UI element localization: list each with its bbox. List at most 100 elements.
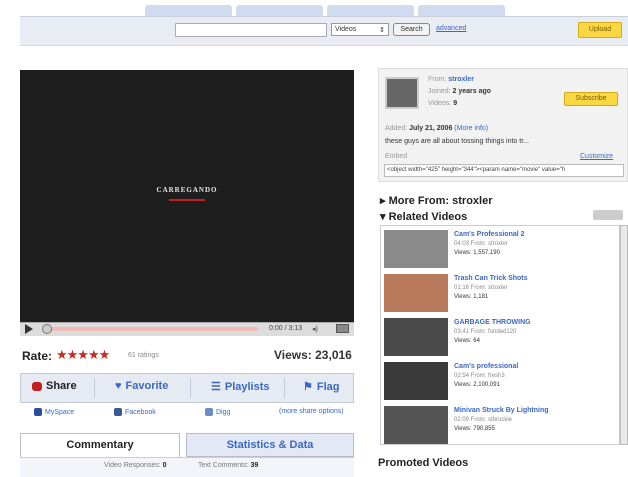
list-item[interactable]: GARBAGE THROWING 03:41 From: funded120 V… (384, 316, 616, 360)
playlists-label: Playlists (224, 380, 270, 393)
loading-text: CARREGANDO (156, 186, 218, 194)
star-rating[interactable]: ★★★★★ (56, 347, 110, 363)
divider (284, 378, 285, 398)
time-display: 0:00 / 3:13 (269, 325, 303, 332)
chevron-right-icon: ▸ (380, 195, 389, 207)
video-thumbnail[interactable] (384, 362, 448, 400)
customize-link[interactable]: Customize (580, 153, 613, 160)
nav-tab[interactable] (145, 5, 232, 16)
seek-bar[interactable] (46, 327, 258, 331)
search-category-label: Videos (335, 26, 357, 33)
list-item[interactable]: Minivan Struck By Lightning 02:09 From: … (384, 404, 616, 448)
search-category-select[interactable]: Videos ⇕ (331, 23, 389, 36)
myspace-link[interactable]: MySpace (34, 408, 74, 416)
related-videos-section[interactable]: ▾ Related Videos (380, 210, 467, 223)
video-thumbnail[interactable] (384, 230, 448, 268)
digg-link[interactable]: Digg (205, 408, 230, 416)
video-title[interactable]: Cam's Professional 2 (454, 231, 525, 238)
uploader-joined: Joined: 2 years ago (428, 88, 492, 95)
tab-statistics[interactable]: Statistics & Data (186, 433, 354, 457)
video-title[interactable]: GARBAGE THROWING (454, 319, 531, 326)
share-label: Share (46, 380, 77, 392)
ratings-count: 61 ratings (128, 352, 159, 359)
uploader-from: From: stroxler (428, 76, 474, 83)
search-button[interactable]: Search (393, 23, 430, 36)
flag-label: Flag (316, 380, 340, 393)
more-from-section[interactable]: ▸ More From: stroxler (380, 194, 493, 207)
share-button[interactable]: Share (32, 380, 77, 392)
promoted-videos-heading: Promoted Videos (378, 457, 469, 469)
divider (94, 378, 95, 398)
playlist-icon: ☰ (211, 381, 221, 393)
loading-bar (169, 199, 205, 201)
share-icon (32, 381, 42, 391)
video-thumbnail[interactable] (384, 274, 448, 312)
uploader-name-link[interactable]: stroxler (448, 76, 474, 83)
tab-commentary[interactable]: Commentary (20, 433, 180, 457)
heart-icon: ♥ (115, 380, 122, 392)
video-responses: Video Responses: 0 (104, 462, 167, 469)
advanced-search-link[interactable]: advanced (436, 25, 466, 32)
favorite-label: Favorite (125, 380, 169, 392)
video-views: Views: 1,181 (454, 294, 489, 300)
subscribe-button[interactable]: Subscribe (564, 92, 618, 106)
video-views: Views: 64 (454, 338, 480, 344)
digg-label: Digg (216, 408, 231, 416)
video-views: Views: 1,557,190 (454, 250, 500, 256)
myspace-label: MySpace (45, 408, 75, 416)
myspace-icon (34, 408, 42, 416)
video-title[interactable]: Cam's professional (454, 363, 518, 370)
embed-code-field[interactable]: <object width="425" height="344"><param … (384, 164, 624, 177)
facebook-label: Facebook (125, 408, 156, 416)
nav-tab[interactable] (418, 5, 505, 16)
divider (190, 378, 191, 398)
nav-tabs (145, 5, 505, 16)
embed-label: Embed (385, 153, 408, 160)
more-share-label: (more share options) (279, 408, 344, 415)
nav-tab[interactable] (327, 5, 414, 16)
fullscreen-icon[interactable] (336, 324, 349, 333)
video-title[interactable]: Minivan Struck By Lightning (454, 407, 549, 414)
digg-icon (205, 408, 213, 416)
chevron-down-icon: ⇕ (379, 27, 385, 34)
video-thumbnail[interactable] (384, 406, 448, 444)
rate-label: Rate: (22, 349, 53, 363)
chevron-down-icon: ▾ (380, 211, 389, 223)
play-icon[interactable] (25, 324, 33, 334)
video-views: Views: 790,855 (454, 426, 495, 432)
view-toggle[interactable] (593, 210, 623, 220)
favorite-button[interactable]: ♥ Favorite (115, 380, 168, 392)
view-count: Views: 23,016 (274, 348, 352, 362)
text-comments: Text Comments: 39 (198, 462, 259, 469)
video-meta: 04:03 From: stroxler (454, 241, 508, 247)
seek-handle[interactable] (42, 324, 52, 334)
nav-tab[interactable] (236, 5, 323, 16)
list-item[interactable]: Cam's professional 02:54 From: fresh3 Vi… (384, 360, 616, 404)
list-item[interactable]: Trash Can Trick Shots 01:16 From: stroxl… (384, 272, 616, 316)
facebook-link[interactable]: Facebook (114, 408, 156, 416)
more-share-link[interactable]: (more share options) (279, 408, 344, 415)
video-meta: 03:41 From: funded120 (454, 329, 517, 335)
more-info-link[interactable]: (More info) (454, 125, 488, 132)
added-date: Added: July 21, 2006 (More info) (385, 125, 489, 132)
flag-icon: ⚑ (303, 381, 313, 393)
comments-bar (20, 457, 354, 477)
uploader-videos: Videos: 9 (428, 100, 458, 107)
flag-button[interactable]: ⚑ Flag (303, 380, 340, 394)
upload-button[interactable]: Upload (578, 22, 622, 38)
video-meta: 02:09 From: stbrockie (454, 417, 513, 423)
video-description: these guys are all about tossing things … (385, 138, 529, 145)
scrollbar[interactable] (620, 225, 628, 445)
video-title[interactable]: Trash Can Trick Shots (454, 275, 528, 282)
video-meta: 01:16 From: stroxler (454, 285, 508, 291)
facebook-icon (114, 408, 122, 416)
volume-icon[interactable]: ◂) (312, 325, 318, 333)
video-meta: 02:54 From: fresh3 (454, 373, 505, 379)
list-item[interactable]: Cam's Professional 2 04:03 From: stroxle… (384, 228, 616, 272)
video-views: Views: 2,100,091 (454, 382, 500, 388)
video-player[interactable] (20, 70, 354, 322)
video-thumbnail[interactable] (384, 318, 448, 356)
uploader-avatar[interactable] (385, 77, 419, 109)
playlists-button[interactable]: ☰ Playlists (211, 380, 270, 394)
search-input[interactable] (175, 23, 327, 37)
